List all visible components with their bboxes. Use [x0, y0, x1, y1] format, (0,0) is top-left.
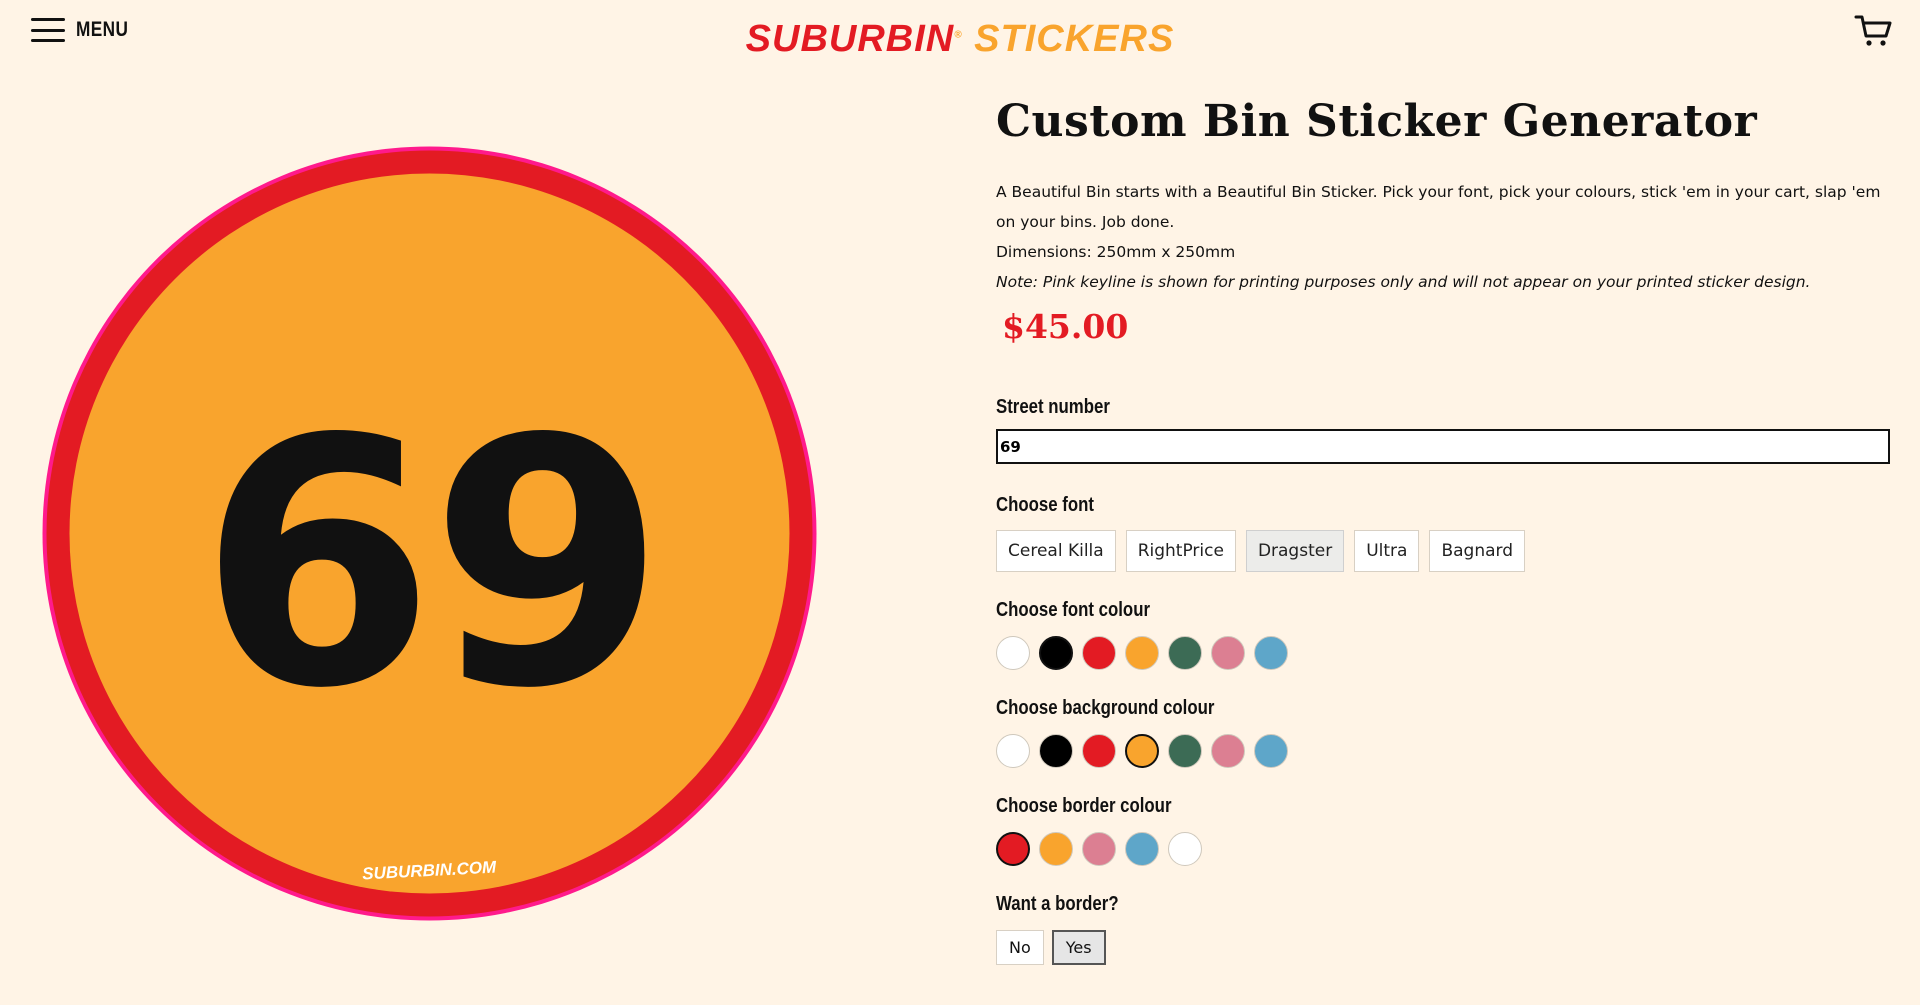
logo-suburbin: SUBURBIN: [745, 18, 955, 60]
background-colour-swatch[interactable]: [1039, 734, 1073, 768]
product-dimensions: Dimensions: 250mm x 250mm: [996, 243, 1236, 261]
border-colour-swatches: [996, 832, 1891, 866]
font-colour-swatch[interactable]: [1211, 636, 1245, 670]
sticker-svg: 69 SUBURBIN.COM: [42, 146, 817, 921]
street-number-label: Street number: [996, 396, 1110, 418]
font-option-cereal-killa[interactable]: Cereal Killa: [996, 530, 1116, 572]
font-option-dragster[interactable]: Dragster: [1245, 530, 1345, 572]
logo-registered: ®: [954, 29, 963, 41]
border-colour-swatch[interactable]: [996, 832, 1030, 866]
background-colour-swatch[interactable]: [1082, 734, 1116, 768]
background-colour-swatch[interactable]: [996, 734, 1030, 768]
font-option-bagnard[interactable]: Bagnard: [1429, 530, 1525, 572]
sticker-number: 69: [199, 367, 660, 763]
page-title: Custom Bin Sticker Generator: [996, 96, 1758, 147]
font-options: Cereal Killa RightPrice Dragster Ultra Bagna…: [996, 530, 1891, 572]
font-option-ultra[interactable]: Ultra: [1354, 530, 1420, 572]
border-colour-label: Choose border colour: [996, 795, 1172, 817]
border-toggle: No Yes: [996, 930, 1891, 965]
cart-icon: [1854, 15, 1892, 46]
border-colour-swatch[interactable]: [1082, 832, 1116, 866]
font-colour-swatch[interactable]: [1254, 636, 1288, 670]
site-logo[interactable]: SUBURBIN® STICKERS: [0, 18, 1920, 61]
product-description: A Beautiful Bin starts with a Beautiful …: [996, 183, 1881, 231]
font-option-rightprice[interactable]: RightPrice: [1125, 530, 1236, 572]
product-price: $45.00: [1002, 307, 1129, 346]
font-colour-swatch[interactable]: [1039, 636, 1073, 670]
border-option-no[interactable]: No: [996, 930, 1044, 965]
border-option-yes[interactable]: Yes: [1051, 930, 1106, 965]
product-note: Note: Pink keyline is shown for printing…: [996, 273, 1811, 291]
font-colour-swatch[interactable]: [1125, 636, 1159, 670]
sticker-preview: 69 SUBURBIN.COM: [42, 146, 817, 921]
want-border-label: Want a border?: [996, 893, 1119, 915]
font-colour-swatches: [996, 636, 1891, 670]
background-colour-swatch[interactable]: [1211, 734, 1245, 768]
cart-button[interactable]: [1854, 14, 1892, 48]
border-colour-swatch[interactable]: [1125, 832, 1159, 866]
background-colour-swatch[interactable]: [1168, 734, 1202, 768]
font-colour-label: Choose font colour: [996, 599, 1150, 621]
logo-stickers: STICKERS: [962, 18, 1175, 60]
font-colour-swatch[interactable]: [996, 636, 1030, 670]
border-colour-swatch[interactable]: [1168, 832, 1202, 866]
background-colour-swatch[interactable]: [1125, 734, 1159, 768]
background-colour-label: Choose background colour: [996, 697, 1215, 719]
background-colour-swatches: [996, 734, 1891, 768]
choose-font-label: Choose font: [996, 494, 1094, 516]
street-number-input[interactable]: [996, 429, 1890, 464]
background-colour-swatch[interactable]: [1254, 734, 1288, 768]
font-colour-swatch[interactable]: [1168, 636, 1202, 670]
border-colour-swatch[interactable]: [1039, 832, 1073, 866]
font-colour-swatch[interactable]: [1082, 636, 1116, 670]
product-panel: Custom Bin Sticker Generator A Beautiful…: [996, 96, 1891, 965]
